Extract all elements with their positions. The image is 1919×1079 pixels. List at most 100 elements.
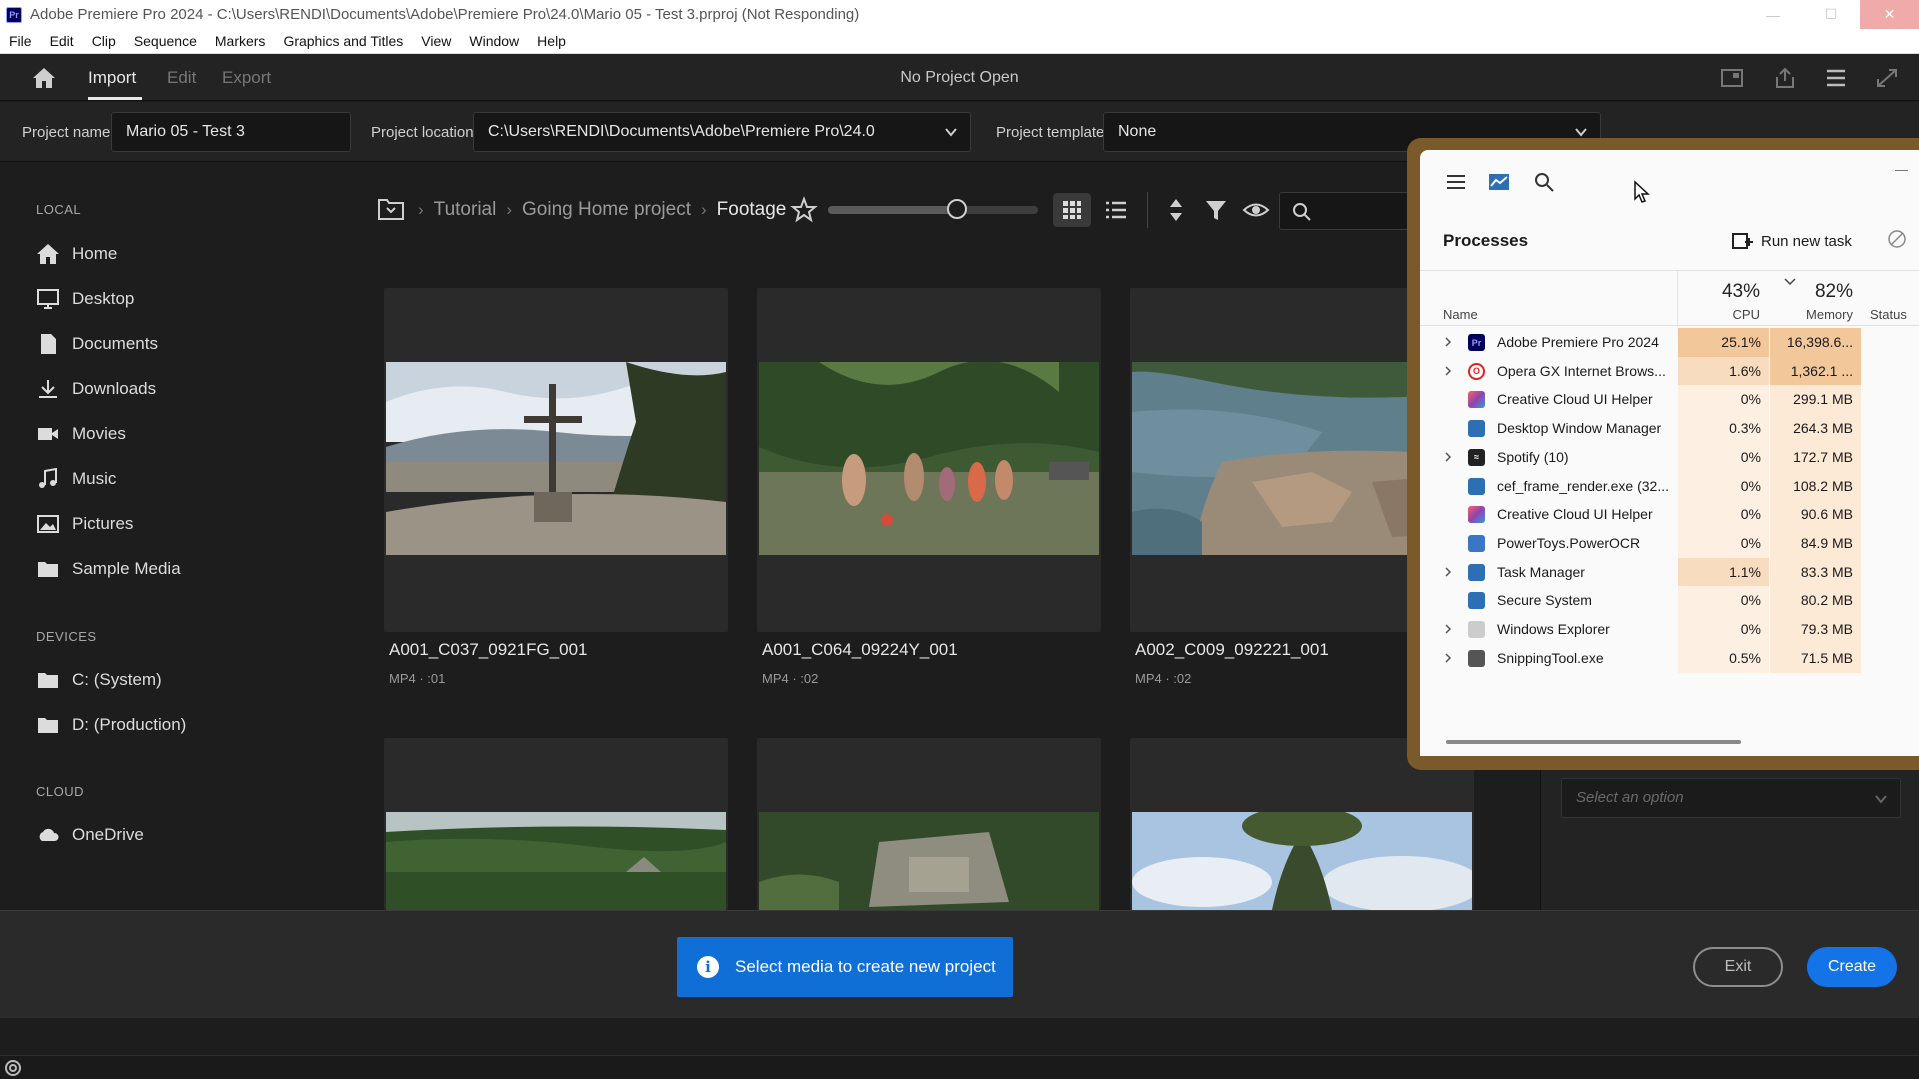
column-memory[interactable]: Memory (1790, 307, 1853, 322)
process-cpu: 0% (1678, 471, 1769, 501)
process-row[interactable]: Desktop Window Manager 0.3% 264.3 MB (1420, 414, 1919, 444)
expand-chevron-icon[interactable] (1443, 653, 1453, 663)
list-view-icon[interactable] (1102, 196, 1130, 224)
share-icon[interactable] (1773, 67, 1797, 89)
menu-view[interactable]: View (421, 33, 451, 49)
grid-view-button[interactable] (1053, 193, 1091, 227)
expand-chevron-icon[interactable] (1443, 337, 1453, 347)
sidebar-item-movies[interactable]: Movies (36, 419, 126, 449)
menu-edit[interactable]: Edit (50, 33, 74, 49)
maximize-button[interactable]: ☐ (1802, 0, 1860, 29)
folder-picker-icon[interactable] (377, 196, 405, 222)
media-search-input[interactable] (1279, 192, 1409, 230)
eye-icon[interactable] (1242, 196, 1270, 224)
clip-card[interactable] (757, 288, 1101, 632)
column-cpu[interactable]: CPU (1710, 307, 1760, 322)
creative-cloud-status-icon[interactable] (4, 1059, 22, 1077)
exit-button[interactable]: Exit (1693, 947, 1783, 987)
slider-handle[interactable] (947, 199, 967, 219)
close-button[interactable]: ✕ (1860, 0, 1919, 29)
process-row[interactable]: Windows Explorer 0% 79.3 MB (1420, 615, 1919, 644)
process-memory: 299.1 MB (1770, 385, 1861, 415)
process-memory: 71.5 MB (1770, 643, 1861, 673)
process-row[interactable]: Creative Cloud UI Helper 0% 90.6 MB (1420, 500, 1919, 530)
sidebar-item-downloads[interactable]: Downloads (36, 374, 156, 404)
menu-sequence[interactable]: Sequence (134, 33, 197, 49)
breadcrumb-tutorial[interactable]: Tutorial (434, 199, 497, 221)
sidebar-item-documents[interactable]: Documents (36, 329, 158, 359)
expand-chevron-icon[interactable] (1443, 624, 1453, 634)
panel-menu-icon[interactable] (1824, 67, 1848, 89)
search-icon[interactable] (1532, 170, 1556, 194)
menu-help[interactable]: Help (537, 33, 566, 49)
process-row[interactable]: cef_frame_render.exe (32... 0% 108.2 MB (1420, 471, 1919, 501)
menu-file[interactable]: File (9, 33, 32, 49)
end-task-icon[interactable] (1886, 228, 1908, 250)
creative-cloud-icon (1468, 391, 1485, 409)
option-select[interactable]: Select an option (1561, 778, 1901, 818)
clip-card[interactable] (384, 288, 728, 632)
opera-icon: O (1468, 362, 1485, 380)
sidebar-item-sample-media[interactable]: Sample Media (36, 554, 181, 584)
minimize-button[interactable]: — (1744, 0, 1802, 29)
sort-icon[interactable] (1162, 196, 1190, 224)
process-row[interactable]: O Opera GX Internet Brows... 1.6% 1,362.1 .… (1420, 356, 1919, 386)
sidebar-item-home[interactable]: Home (36, 239, 117, 269)
menu-window[interactable]: Window (469, 33, 519, 49)
process-name: Task Manager (1497, 563, 1585, 580)
process-row[interactable]: PowerToys.PowerOCR 0% 84.9 MB (1420, 528, 1919, 558)
breadcrumb-footage[interactable]: Footage (717, 199, 787, 221)
column-name[interactable]: Name (1443, 307, 1478, 322)
local-section-label: LOCAL (36, 202, 82, 217)
breadcrumb-going-home-project[interactable]: Going Home project (522, 199, 691, 221)
process-row[interactable]: SnippingTool.exe 0.5% 71.5 MB (1420, 643, 1919, 673)
fullscreen-icon[interactable] (1875, 67, 1899, 89)
project-location-select[interactable]: C:\Users\RENDI\Documents\Adobe\Premiere … (473, 112, 971, 152)
breadcrumb-separator: › (506, 200, 512, 219)
process-row[interactable]: Pr Adobe Premiere Pro 2024 25.1% 16,398.6..… (1420, 328, 1919, 357)
tm-minimize-button[interactable] (1895, 170, 1908, 171)
process-row[interactable]: Secure System 0% 80.2 MB (1420, 586, 1919, 616)
project-name-input[interactable]: Mario 05 - Test 3 (111, 112, 351, 152)
menu-markers[interactable]: Markers (215, 33, 266, 49)
music-note-icon (39, 468, 57, 488)
process-row[interactable]: ≈ Spotify (10) 0% 172.7 MB (1420, 442, 1919, 472)
thumbnail-size-slider[interactable] (828, 206, 1038, 214)
sidebar-item-onedrive[interactable]: OneDrive (36, 820, 144, 850)
run-new-task-button[interactable]: Run new task (1731, 228, 1852, 254)
process-memory: 108.2 MB (1770, 471, 1861, 501)
sidebar-item-d-drive[interactable]: D: (Production) (36, 710, 186, 740)
sidebar-item-pictures[interactable]: Pictures (36, 509, 133, 539)
cloud-icon (39, 828, 59, 841)
clip-meta: MP4 · :02 (1135, 671, 1192, 686)
expand-chevron-icon[interactable] (1443, 452, 1453, 462)
task-manager-toolbar (1420, 150, 1919, 212)
clip-card[interactable] (384, 738, 728, 910)
sidebar-item-label: Pictures (72, 514, 134, 533)
chevron-down-icon (1875, 795, 1887, 804)
sidebar-item-label: C: (System) (72, 670, 162, 689)
bottom-action-bar: i Select media to create new project Exi… (0, 910, 1919, 1018)
clip-card[interactable] (757, 738, 1101, 910)
create-button[interactable]: Create (1807, 947, 1897, 987)
menu-graphics-and-titles[interactable]: Graphics and Titles (283, 33, 403, 49)
process-memory: 172.7 MB (1770, 442, 1861, 472)
column-status[interactable]: Status (1870, 307, 1907, 322)
process-row[interactable]: Task Manager 1.1% 83.3 MB (1420, 557, 1919, 587)
hamburger-menu-icon[interactable] (1444, 170, 1468, 194)
star-icon[interactable] (790, 196, 818, 224)
sidebar-item-c-drive[interactable]: C: (System) (36, 665, 162, 695)
filter-icon[interactable] (1202, 196, 1230, 224)
process-row[interactable]: Creative Cloud UI Helper 0% 299.1 MB (1420, 385, 1919, 415)
process-cpu: 1.6% (1678, 356, 1769, 386)
sidebar-item-desktop[interactable]: Desktop (36, 284, 134, 314)
horizontal-scrollbar[interactable] (1446, 740, 1741, 744)
workspace-header: Import Edit Export No Project Open (0, 54, 1919, 101)
expand-chevron-icon[interactable] (1443, 567, 1453, 577)
expand-chevron-icon[interactable] (1443, 366, 1453, 376)
menu-clip[interactable]: Clip (92, 33, 116, 49)
media-sidebar: LOCAL Home Desktop Documents Downloads M… (0, 163, 360, 909)
sidebar-item-music[interactable]: Music (36, 464, 116, 494)
process-cpu: 0% (1678, 385, 1769, 415)
workspace-icon[interactable] (1720, 67, 1744, 89)
